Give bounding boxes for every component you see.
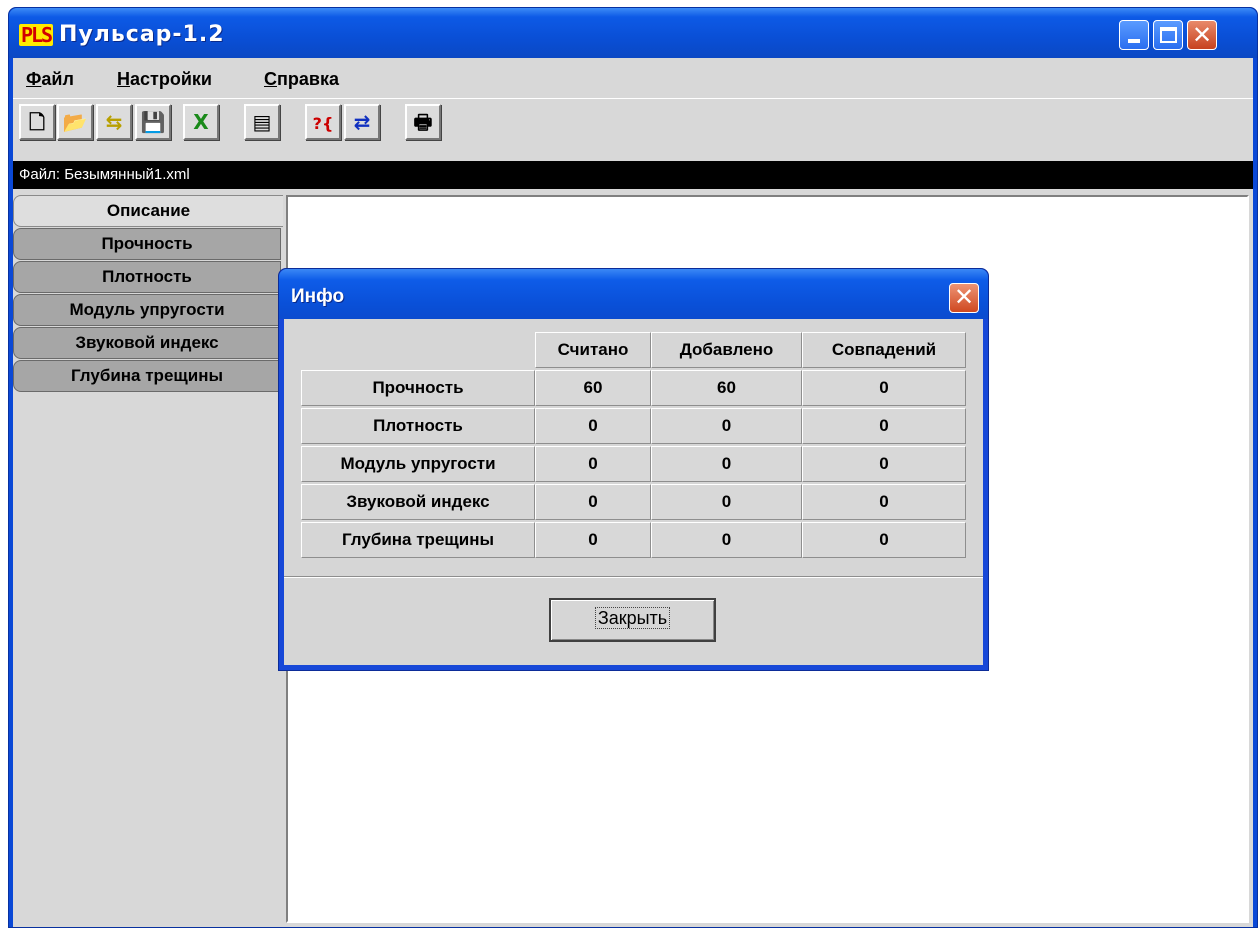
- menu-help[interactable]: Справка: [264, 68, 339, 90]
- open-file-button[interactable]: 📂: [57, 104, 93, 140]
- menu-bar: Файл Настройки Справка: [13, 58, 1253, 98]
- compare-icon: ⇄: [353, 110, 371, 134]
- transfer-button[interactable]: ⇆: [96, 104, 132, 140]
- menu-settings[interactable]: Настройки: [117, 68, 212, 90]
- info-dialog: Инфо ✕ Считано Добавлено Совпадений Проч…: [278, 268, 989, 671]
- tab-strength[interactable]: Прочность: [13, 228, 281, 260]
- table-corner: [301, 332, 535, 368]
- table-cell: 0: [535, 522, 651, 558]
- tab-list: Описание Прочность Плотность Модуль упру…: [13, 195, 283, 393]
- close-button[interactable]: Закрыть: [549, 598, 716, 642]
- dialog-body: Считано Добавлено Совпадений Прочность 6…: [284, 319, 983, 665]
- table-cell: 0: [802, 484, 966, 520]
- help-query-button[interactable]: ?{: [305, 104, 341, 140]
- menu-help-label: правка: [277, 69, 339, 89]
- dialog-separator: [284, 576, 983, 578]
- table-cell: 60: [651, 370, 802, 406]
- tab-sound-index[interactable]: Звуковой индекс: [13, 327, 281, 359]
- close-icon: ✕: [953, 283, 975, 311]
- column-header-read: Считано: [535, 332, 651, 368]
- close-window-button[interactable]: ✕: [1187, 20, 1217, 50]
- table-cell: 0: [651, 522, 802, 558]
- title-bar[interactable]: PLS Пульсар-1.2 ✕: [9, 8, 1257, 58]
- table-cell: 0: [802, 522, 966, 558]
- menu-settings-accel: Н: [117, 69, 130, 89]
- column-header-matches: Совпадений: [802, 332, 966, 368]
- tab-elastic-modulus[interactable]: Модуль упругости: [13, 294, 281, 326]
- table-cell: 0: [651, 446, 802, 482]
- menu-file-label: айл: [41, 69, 74, 89]
- row-label: Глубина трещины: [301, 522, 535, 558]
- row-label: Модуль упругости: [301, 446, 535, 482]
- app-logo: PLS: [19, 23, 53, 47]
- minimize-icon: [1128, 39, 1140, 43]
- transfer-icon: ⇆: [105, 110, 123, 134]
- table-cell: 0: [651, 408, 802, 444]
- table-cell: 0: [535, 446, 651, 482]
- new-file-button[interactable]: 🗋: [19, 104, 55, 140]
- menu-file[interactable]: Файл: [26, 68, 74, 90]
- menu-file-accel: Ф: [26, 69, 42, 89]
- dialog-title-bar[interactable]: Инфо ✕: [279, 269, 988, 319]
- help-query-icon: ?{: [312, 114, 334, 133]
- tab-description[interactable]: Описание: [13, 195, 283, 227]
- table-cell: 0: [802, 408, 966, 444]
- table-cell: 0: [535, 484, 651, 520]
- compare-button[interactable]: ⇄: [344, 104, 380, 140]
- maximize-button[interactable]: [1153, 20, 1183, 50]
- device-button[interactable]: ▤: [244, 104, 280, 140]
- close-icon: ✕: [1192, 21, 1213, 49]
- device-icon: ▤: [252, 110, 272, 134]
- table-cell: 60: [535, 370, 651, 406]
- minimize-button[interactable]: [1119, 20, 1149, 50]
- dialog-close-button[interactable]: ✕: [949, 283, 979, 313]
- table-cell: 0: [535, 408, 651, 444]
- open-folder-icon: 📂: [62, 110, 88, 134]
- excel-export-button[interactable]: X: [183, 104, 219, 140]
- column-header-added: Добавлено: [651, 332, 802, 368]
- save-button[interactable]: 💾: [135, 104, 171, 140]
- file-status-bar: Файл: Безымянный1.xml: [13, 161, 1253, 189]
- menu-help-accel: С: [264, 69, 277, 89]
- table-cell: 0: [651, 484, 802, 520]
- save-icon: 💾: [140, 110, 166, 134]
- table-cell: 0: [802, 370, 966, 406]
- new-file-icon: 🗋: [28, 110, 46, 134]
- menu-settings-label: астройки: [130, 69, 212, 89]
- close-button-label: Закрыть: [594, 607, 671, 629]
- table-cell: 0: [802, 446, 966, 482]
- tab-density[interactable]: Плотность: [13, 261, 281, 293]
- app-title: Пульсар-1.2: [59, 22, 225, 47]
- print-button[interactable]: 🖶: [405, 104, 441, 140]
- row-label: Звуковой индекс: [301, 484, 535, 520]
- maximize-icon: [1160, 27, 1177, 43]
- row-label: Плотность: [301, 408, 535, 444]
- dialog-title: Инфо: [291, 286, 345, 307]
- row-label: Прочность: [301, 370, 535, 406]
- excel-export-icon: X: [193, 110, 209, 134]
- print-icon: 🖶: [413, 110, 433, 134]
- toolbar: 🗋 📂 ⇆ 💾 X ▤ ?{ ⇄ 🖶: [13, 98, 1253, 144]
- tab-crack-depth[interactable]: Глубина трещины: [13, 360, 281, 392]
